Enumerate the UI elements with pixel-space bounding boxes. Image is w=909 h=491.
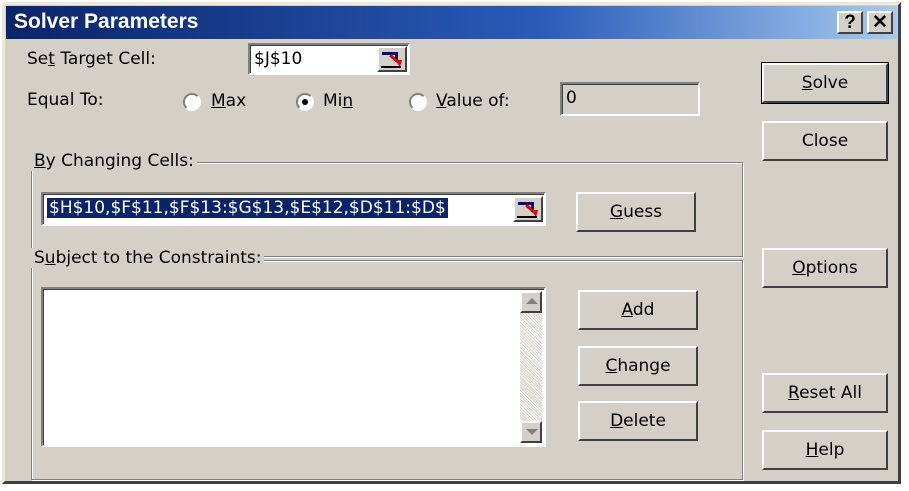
constraints-group-label: Subject to the Constraints: bbox=[31, 248, 265, 268]
solve-button[interactable]: Solve bbox=[761, 62, 889, 104]
scroll-up-icon[interactable] bbox=[520, 291, 542, 313]
value-of-radio-label[interactable]: Value of: bbox=[436, 91, 510, 111]
equal-to-label: Equal To: bbox=[27, 90, 104, 110]
guess-button[interactable]: Guess bbox=[576, 192, 696, 232]
change-button[interactable]: Change bbox=[578, 346, 698, 386]
solver-dialog: Solver Parameters ? ✕ Set Target Cell: $… bbox=[2, 2, 901, 484]
value-of-input[interactable]: 0 bbox=[560, 82, 700, 116]
help-question-button[interactable]: ? bbox=[837, 11, 863, 34]
help-button[interactable]: Help bbox=[762, 430, 888, 470]
dialog-title: Solver Parameters bbox=[14, 10, 199, 33]
delete-button[interactable]: Delete bbox=[578, 401, 698, 441]
title-bar[interactable]: Solver Parameters ? ✕ bbox=[6, 6, 897, 39]
max-radio[interactable] bbox=[183, 93, 201, 111]
reset-all-button[interactable]: Reset All bbox=[762, 373, 888, 413]
close-button[interactable]: Close bbox=[762, 121, 888, 161]
options-button[interactable]: Options bbox=[762, 248, 888, 288]
changing-collapse-ref-icon[interactable] bbox=[513, 196, 543, 222]
value-of-radio[interactable] bbox=[409, 93, 427, 111]
min-radio-label[interactable]: Min bbox=[323, 91, 353, 111]
close-window-button[interactable]: ✕ bbox=[867, 11, 893, 34]
changing-cells-group-label: By Changing Cells: bbox=[31, 151, 197, 171]
scroll-down-icon[interactable] bbox=[520, 421, 542, 443]
min-radio[interactable] bbox=[296, 93, 314, 111]
constraints-listbox[interactable] bbox=[41, 287, 546, 447]
target-cell-label: Set Target Cell: bbox=[27, 49, 156, 69]
target-collapse-ref-icon[interactable] bbox=[377, 46, 407, 72]
max-radio-label[interactable]: Max bbox=[211, 91, 246, 111]
add-button[interactable]: Add bbox=[578, 290, 698, 330]
changing-cells-input[interactable]: $H$10,$F$11,$F$13:$G$13,$E$12,$D$11:$D$ bbox=[41, 192, 546, 226]
constraints-scrollbar[interactable] bbox=[520, 291, 542, 443]
